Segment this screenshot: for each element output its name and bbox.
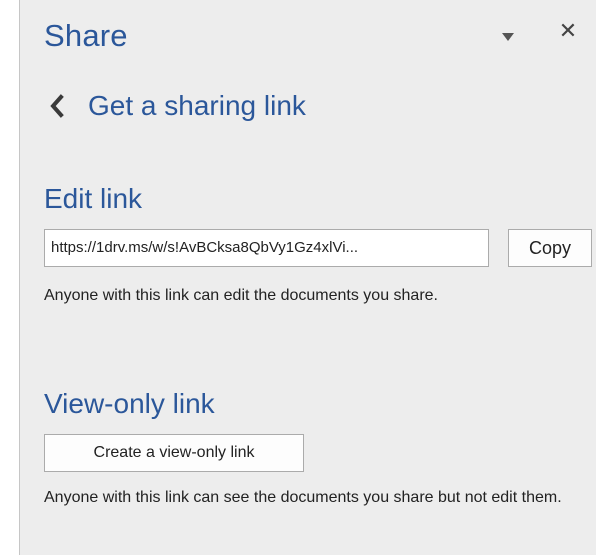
back-label: Get a sharing link: [88, 90, 306, 121]
share-pane: Share ✕ Get a sharing link Edit link htt…: [19, 0, 596, 555]
copy-button[interactable]: Copy: [508, 229, 592, 267]
document-edge: [0, 0, 18, 555]
chevron-left-icon: [48, 94, 66, 118]
pane-title: Share: [44, 18, 128, 53]
caret-down-icon[interactable]: [500, 30, 516, 44]
back-button[interactable]: Get a sharing link: [48, 88, 306, 124]
edit-link-description: Anyone with this link can edit the docum…: [44, 287, 438, 304]
edit-link-heading: Edit link: [44, 183, 143, 214]
close-icon[interactable]: ✕: [557, 18, 579, 44]
view-only-link-description: Anyone with this link can see the docume…: [44, 489, 562, 506]
view-only-link-heading: View-only link: [44, 388, 215, 419]
create-view-only-link-button[interactable]: Create a view-only link: [44, 434, 304, 472]
edit-link-field[interactable]: https://1drv.ms/w/s!AvBCksa8QbVy1Gz4xlVi…: [44, 229, 489, 267]
